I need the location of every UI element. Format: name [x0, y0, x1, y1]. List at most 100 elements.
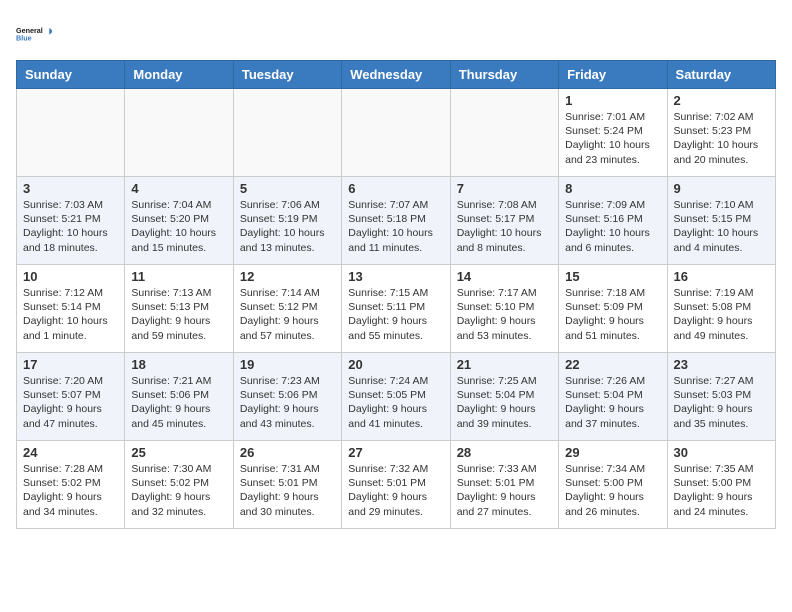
calendar-cell: 27 Sunrise: 7:32 AM Sunset: 5:01 PM Dayli… [342, 441, 450, 529]
svg-text:Blue: Blue [16, 33, 32, 42]
calendar-cell: 26Sunrise: 7:31 AM Sunset: 5:01 PM Dayli… [233, 441, 341, 529]
calendar-cell: 9 Sunrise: 7:10 AM Sunset: 5:15 PM Daylig… [667, 177, 775, 265]
weekday-header: Saturday [667, 61, 775, 89]
calendar-cell: 7 Sunrise: 7:08 AM Sunset: 5:17 PM Daylig… [450, 177, 558, 265]
calendar-cell: 21Sunrise: 7:25 AM Sunset: 5:04 PM Dayli… [450, 353, 558, 441]
day-number: 23 [674, 357, 769, 372]
day-number: 25 [131, 445, 226, 460]
calendar-week-row: 1Sunrise: 7:01 AM Sunset: 5:24 PM Daylig… [17, 89, 776, 177]
day-number: 19 [240, 357, 335, 372]
day-info: Sunrise: 7:26 AM Sunset: 5:04 PM Dayligh… [565, 374, 660, 431]
calendar-cell: 14 Sunrise: 7:17 AM Sunset: 5:10 PM Dayli… [450, 265, 558, 353]
calendar-cell: 19Sunrise: 7:23 AM Sunset: 5:06 PM Dayli… [233, 353, 341, 441]
calendar-cell: 29 Sunrise: 7:34 AM Sunset: 5:00 PM Dayli… [559, 441, 667, 529]
day-info: Sunrise: 7:17 AM Sunset: 5:10 PM Dayligh… [457, 286, 552, 343]
day-number: 24 [23, 445, 118, 460]
day-info: Sunrise: 7:03 AM Sunset: 5:21 PM Dayligh… [23, 198, 118, 255]
calendar-cell: 23 Sunrise: 7:27 AM Sunset: 5:03 PM Dayli… [667, 353, 775, 441]
day-info: Sunrise: 7:04 AM Sunset: 5:20 PM Dayligh… [131, 198, 226, 255]
day-number: 12 [240, 269, 335, 284]
day-number: 4 [131, 181, 226, 196]
day-info: Sunrise: 7:34 AM Sunset: 5:00 PM Dayligh… [565, 462, 660, 519]
calendar-cell: 6 Sunrise: 7:07 AM Sunset: 5:18 PM Daylig… [342, 177, 450, 265]
day-info: Sunrise: 7:24 AM Sunset: 5:05 PM Dayligh… [348, 374, 443, 431]
day-info: Sunrise: 7:07 AM Sunset: 5:18 PM Dayligh… [348, 198, 443, 255]
day-number: 10 [23, 269, 118, 284]
day-info: Sunrise: 7:32 AM Sunset: 5:01 PM Dayligh… [348, 462, 443, 519]
calendar-cell: 18Sunrise: 7:21 AM Sunset: 5:06 PM Dayli… [125, 353, 233, 441]
calendar-cell: 15Sunrise: 7:18 AM Sunset: 5:09 PM Dayli… [559, 265, 667, 353]
calendar-cell: 3 Sunrise: 7:03 AM Sunset: 5:21 PM Daylig… [17, 177, 125, 265]
day-number: 11 [131, 269, 226, 284]
page-header: General Blue [16, 16, 776, 52]
calendar-cell: 12 Sunrise: 7:14 AM Sunset: 5:12 PM Dayli… [233, 265, 341, 353]
day-info: Sunrise: 7:10 AM Sunset: 5:15 PM Dayligh… [674, 198, 769, 255]
day-number: 3 [23, 181, 118, 196]
day-number: 14 [457, 269, 552, 284]
day-info: Sunrise: 7:02 AM Sunset: 5:23 PM Dayligh… [674, 110, 769, 167]
calendar-cell: 2 Sunrise: 7:02 AM Sunset: 5:23 PM Daylig… [667, 89, 775, 177]
calendar-cell [125, 89, 233, 177]
day-info: Sunrise: 7:25 AM Sunset: 5:04 PM Dayligh… [457, 374, 552, 431]
weekday-header-row: SundayMondayTuesdayWednesdayThursdayFrid… [17, 61, 776, 89]
day-info: Sunrise: 7:12 AM Sunset: 5:14 PM Dayligh… [23, 286, 118, 343]
calendar-week-row: 3 Sunrise: 7:03 AM Sunset: 5:21 PM Daylig… [17, 177, 776, 265]
calendar-cell: 5 Sunrise: 7:06 AM Sunset: 5:19 PM Daylig… [233, 177, 341, 265]
day-info: Sunrise: 7:28 AM Sunset: 5:02 PM Dayligh… [23, 462, 118, 519]
calendar-cell: 30 Sunrise: 7:35 AM Sunset: 5:00 PM Dayli… [667, 441, 775, 529]
weekday-header: Wednesday [342, 61, 450, 89]
day-number: 30 [674, 445, 769, 460]
calendar-cell: 11 Sunrise: 7:13 AM Sunset: 5:13 PM Dayli… [125, 265, 233, 353]
day-number: 2 [674, 93, 769, 108]
day-number: 7 [457, 181, 552, 196]
calendar-week-row: 10 Sunrise: 7:12 AM Sunset: 5:14 PM Dayli… [17, 265, 776, 353]
weekday-header: Thursday [450, 61, 558, 89]
day-info: Sunrise: 7:13 AM Sunset: 5:13 PM Dayligh… [131, 286, 226, 343]
day-number: 20 [348, 357, 443, 372]
day-number: 22 [565, 357, 660, 372]
calendar-cell: 22 Sunrise: 7:26 AM Sunset: 5:04 PM Dayli… [559, 353, 667, 441]
day-info: Sunrise: 7:08 AM Sunset: 5:17 PM Dayligh… [457, 198, 552, 255]
calendar-cell: 24 Sunrise: 7:28 AM Sunset: 5:02 PM Dayli… [17, 441, 125, 529]
calendar-cell: 1Sunrise: 7:01 AM Sunset: 5:24 PM Daylig… [559, 89, 667, 177]
day-info: Sunrise: 7:09 AM Sunset: 5:16 PM Dayligh… [565, 198, 660, 255]
day-number: 27 [348, 445, 443, 460]
calendar-table: SundayMondayTuesdayWednesdayThursdayFrid… [16, 60, 776, 529]
calendar-week-row: 24 Sunrise: 7:28 AM Sunset: 5:02 PM Dayli… [17, 441, 776, 529]
calendar-cell: 10 Sunrise: 7:12 AM Sunset: 5:14 PM Dayli… [17, 265, 125, 353]
calendar-cell: 28 Sunrise: 7:33 AM Sunset: 5:01 PM Dayli… [450, 441, 558, 529]
weekday-header: Tuesday [233, 61, 341, 89]
day-info: Sunrise: 7:06 AM Sunset: 5:19 PM Dayligh… [240, 198, 335, 255]
day-info: Sunrise: 7:15 AM Sunset: 5:11 PM Dayligh… [348, 286, 443, 343]
day-number: 8 [565, 181, 660, 196]
day-info: Sunrise: 7:30 AM Sunset: 5:02 PM Dayligh… [131, 462, 226, 519]
day-info: Sunrise: 7:31 AM Sunset: 5:01 PM Dayligh… [240, 462, 335, 519]
day-number: 16 [674, 269, 769, 284]
day-number: 5 [240, 181, 335, 196]
day-info: Sunrise: 7:35 AM Sunset: 5:00 PM Dayligh… [674, 462, 769, 519]
calendar-cell: 25 Sunrise: 7:30 AM Sunset: 5:02 PM Dayli… [125, 441, 233, 529]
logo-svg: General Blue [16, 16, 52, 52]
calendar-cell [450, 89, 558, 177]
day-number: 13 [348, 269, 443, 284]
day-number: 9 [674, 181, 769, 196]
day-info: Sunrise: 7:19 AM Sunset: 5:08 PM Dayligh… [674, 286, 769, 343]
calendar-cell: 8 Sunrise: 7:09 AM Sunset: 5:16 PM Daylig… [559, 177, 667, 265]
day-info: Sunrise: 7:33 AM Sunset: 5:01 PM Dayligh… [457, 462, 552, 519]
day-info: Sunrise: 7:27 AM Sunset: 5:03 PM Dayligh… [674, 374, 769, 431]
day-number: 6 [348, 181, 443, 196]
day-info: Sunrise: 7:20 AM Sunset: 5:07 PM Dayligh… [23, 374, 118, 431]
calendar-cell: 16 Sunrise: 7:19 AM Sunset: 5:08 PM Dayli… [667, 265, 775, 353]
day-info: Sunrise: 7:14 AM Sunset: 5:12 PM Dayligh… [240, 286, 335, 343]
weekday-header: Monday [125, 61, 233, 89]
calendar-cell: 17 Sunrise: 7:20 AM Sunset: 5:07 PM Dayli… [17, 353, 125, 441]
calendar-cell: 4 Sunrise: 7:04 AM Sunset: 5:20 PM Daylig… [125, 177, 233, 265]
day-number: 28 [457, 445, 552, 460]
day-number: 29 [565, 445, 660, 460]
day-number: 15 [565, 269, 660, 284]
calendar-week-row: 17 Sunrise: 7:20 AM Sunset: 5:07 PM Dayli… [17, 353, 776, 441]
day-info: Sunrise: 7:21 AM Sunset: 5:06 PM Dayligh… [131, 374, 226, 431]
calendar-cell: 13 Sunrise: 7:15 AM Sunset: 5:11 PM Dayli… [342, 265, 450, 353]
calendar-cell [17, 89, 125, 177]
day-number: 17 [23, 357, 118, 372]
